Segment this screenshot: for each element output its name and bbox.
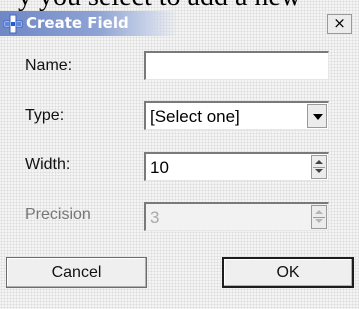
cancel-button[interactable]: Cancel [6,257,147,288]
ok-button[interactable]: OK [222,257,354,288]
dialog-title: Create Field [26,14,129,32]
spin-up-icon [315,210,323,214]
spin-down-icon[interactable] [315,169,323,173]
spin-down-icon [315,219,323,223]
type-label: Type: [25,107,65,124]
width-spin-buttons[interactable] [311,155,327,179]
name-field[interactable] [144,51,329,80]
name-label: Name: [25,57,73,74]
width-value: 10 [150,158,169,177]
close-button[interactable]: × [327,14,352,34]
spin-divider [313,217,325,218]
type-select[interactable]: [Select one] [144,101,329,130]
create-field-dialog: Create Field × Name: Type: [Select one] … [0,0,359,309]
spin-divider [313,167,325,168]
dialog-titlebar[interactable]: Create Field × [0,11,359,36]
precision-value: 3 [150,208,160,227]
type-dropdown-button[interactable] [307,104,327,128]
spin-up-icon[interactable] [315,160,323,164]
precision-spin-buttons [311,205,327,229]
width-label: Width: [25,156,71,173]
chevron-down-icon [313,114,323,120]
precision-spinner: 3 [144,202,329,231]
close-icon: × [333,14,346,32]
type-selected-value: [Select one] [150,107,240,126]
width-spinner[interactable]: 10 [144,152,329,181]
precision-label: Precision [25,206,91,223]
create-field-plus-icon [3,14,23,34]
